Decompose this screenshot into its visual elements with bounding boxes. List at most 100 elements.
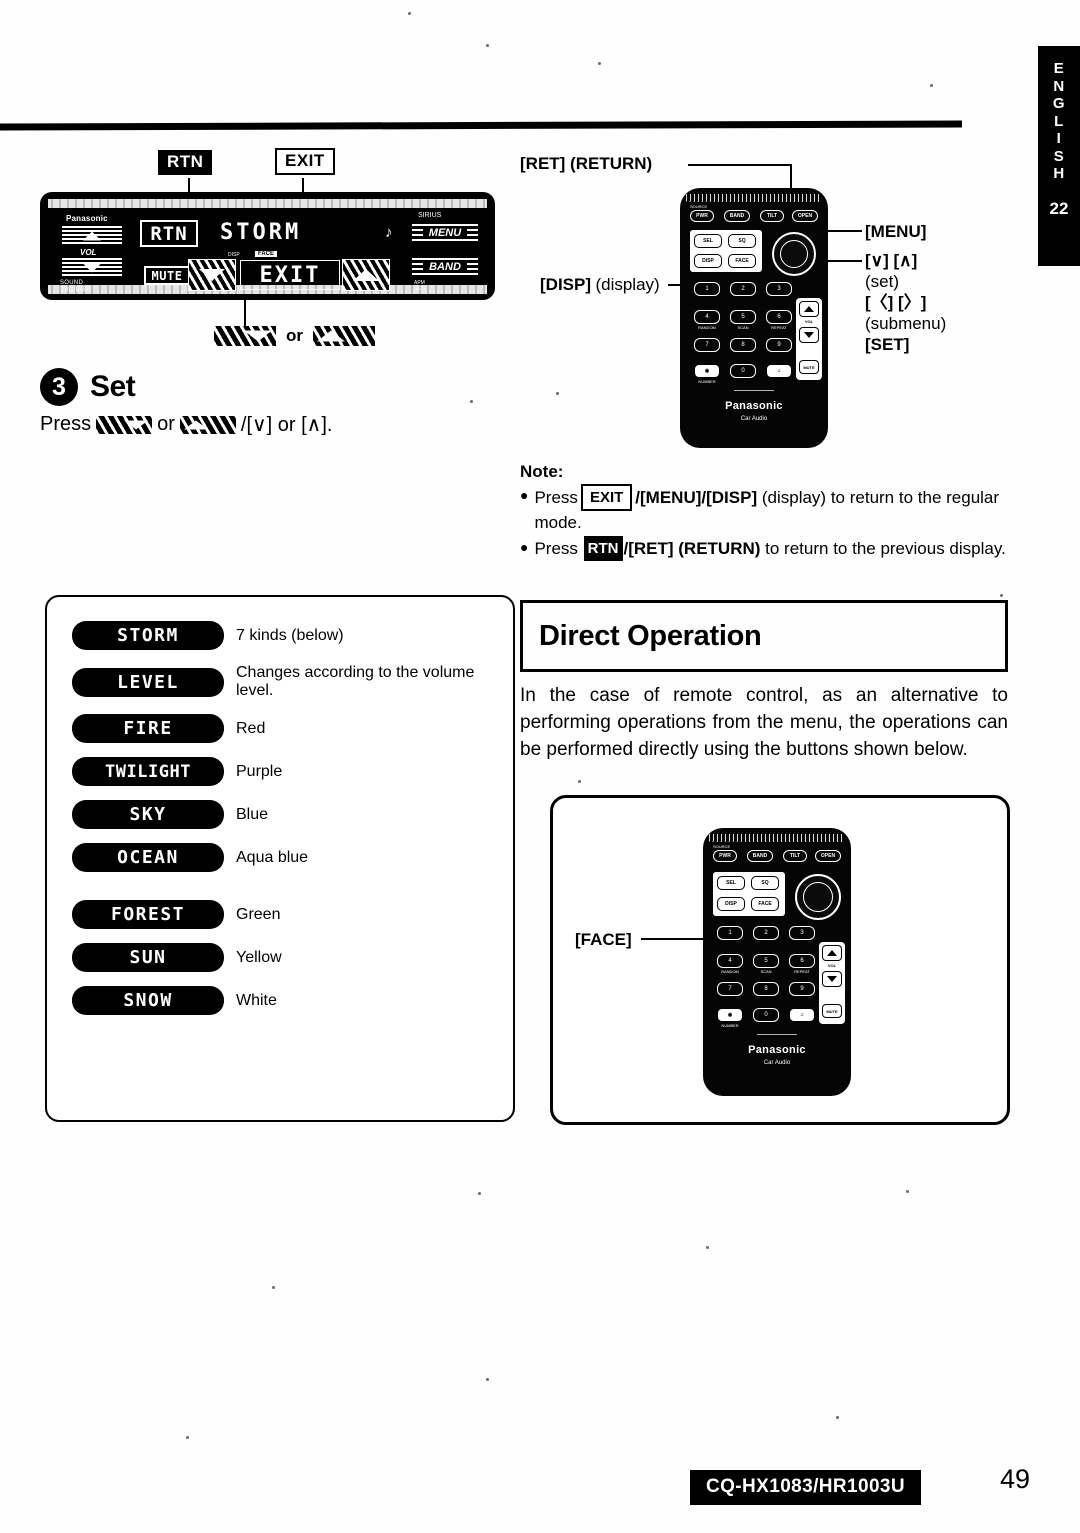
remote-number-3[interactable]: 3: [766, 282, 792, 296]
remote-tilt-button[interactable]: TILT: [783, 850, 807, 862]
lcd-chip: OCEAN: [72, 843, 224, 872]
note-press-word: Press: [534, 488, 578, 507]
label-ret-return: [RET] (RETURN): [520, 154, 653, 173]
remote-number-5[interactable]: 5: [753, 954, 779, 968]
remote-brand: Panasonic: [748, 1044, 806, 1056]
lcd-chip: SKY: [72, 800, 224, 829]
remote-number-button[interactable]: ◉: [694, 364, 720, 378]
table-row: FIRE Red: [72, 714, 513, 743]
remote-sq-button[interactable]: SQ: [751, 876, 779, 890]
remote-divider: [757, 1034, 797, 1035]
note-press-word: Press: [534, 539, 578, 558]
remote-pwr-button[interactable]: PWR: [713, 850, 737, 862]
direct-operation-title: Direct Operation: [539, 619, 762, 652]
remote-number-8[interactable]: 8: [730, 338, 756, 352]
up-arrow-button-glyph: [179, 415, 236, 434]
remote-number-4[interactable]: 4: [717, 954, 743, 968]
remote-number-button[interactable]: ◉: [717, 1008, 743, 1022]
remote-number-5[interactable]: 5: [730, 310, 756, 324]
table-row-description: White: [236, 991, 277, 1009]
lcd-chip: SUN: [72, 943, 224, 972]
remote-sel-button[interactable]: SEL: [717, 876, 745, 890]
remote-sel-button[interactable]: SEL: [694, 234, 722, 248]
lcd-chip: LEVEL: [72, 667, 224, 697]
model-number-badge: CQ-HX1083/HR1003U: [690, 1470, 921, 1505]
tab-section-number: 22: [1049, 198, 1069, 218]
head-unit-callouts: RTN EXIT: [40, 148, 525, 202]
remote-number-0[interactable]: 0: [753, 1008, 779, 1022]
remote-open-button[interactable]: OPEN: [815, 850, 841, 862]
remote-number-9[interactable]: 9: [789, 982, 815, 996]
remote-open-button[interactable]: OPEN: [792, 210, 818, 222]
remote-misc-button[interactable]: ♫: [789, 1008, 815, 1022]
remote-sq-button[interactable]: SQ: [728, 234, 756, 248]
remote-number-2[interactable]: 2: [730, 282, 756, 296]
remote-number-6[interactable]: 6: [766, 310, 792, 324]
tab-letter: I: [1056, 130, 1062, 147]
remote-volume-down-button[interactable]: [822, 971, 842, 987]
remote-face-button[interactable]: FACE: [728, 254, 756, 268]
remote-number-1[interactable]: 1: [694, 282, 720, 296]
note-item: ● Press RTN/[RET] (RETURN) to return to …: [520, 536, 1012, 561]
table-row: LEVEL Changes according to the volume le…: [72, 664, 513, 700]
remote-band-button[interactable]: BAND: [724, 210, 750, 222]
remote-number-sublabel: NUMBER: [698, 379, 716, 384]
volume-up-button[interactable]: [62, 226, 122, 246]
remote-number-2[interactable]: 2: [753, 926, 779, 940]
face-small-tag: FACE: [255, 251, 278, 257]
disp-small-tag: DISP: [228, 252, 240, 258]
remote-volume-up-button[interactable]: [822, 945, 842, 961]
remote-pwr-button[interactable]: PWR: [690, 210, 714, 222]
step-key-alternatives: /[∨] or [∧].: [240, 414, 333, 436]
tab-letter: N: [1053, 77, 1065, 95]
remote-number-8[interactable]: 8: [753, 982, 779, 996]
remote-number-1[interactable]: 1: [717, 926, 743, 940]
music-note-icon: ♪: [385, 224, 393, 241]
remote-rotary-dial[interactable]: [772, 232, 816, 276]
label-face-callout: [FACE]: [575, 930, 632, 949]
label-disp-bold: [DISP]: [540, 275, 591, 294]
remote-mute-button[interactable]: MUTE: [822, 1004, 842, 1018]
leader-line-down-btn: [244, 300, 246, 326]
remote-number-7[interactable]: 7: [694, 338, 720, 352]
remote-number-4[interactable]: 4: [694, 310, 720, 324]
head-unit-mute-button[interactable]: MUTE: [144, 266, 190, 285]
volume-down-button[interactable]: [62, 258, 122, 278]
remote-tilt-button[interactable]: TILT: [760, 210, 784, 222]
lcd-chip: FIRE: [72, 714, 224, 743]
note-title: Note:: [520, 462, 564, 481]
remote-band-button[interactable]: BAND: [747, 850, 773, 862]
lcd-chip: SNOW: [72, 986, 224, 1015]
remote-disp-button[interactable]: DISP: [694, 254, 722, 268]
head-unit-band-button[interactable]: BAND: [412, 258, 478, 276]
label-up-down-keys: [∨] [∧]: [865, 251, 918, 270]
remote-number-7[interactable]: 7: [717, 982, 743, 996]
remote-number-6[interactable]: 6: [789, 954, 815, 968]
remote-brand: Panasonic: [725, 400, 783, 412]
step-3-instruction: Press or /[∨] or [∧].: [40, 412, 525, 437]
head-unit-up-button[interactable]: [342, 259, 390, 291]
callout-exit-label: EXIT: [275, 148, 335, 175]
table-row: OCEAN Aqua blue: [72, 843, 513, 872]
remote-volume-up-button[interactable]: [799, 301, 819, 317]
head-unit-menu-button[interactable]: MENU: [412, 224, 478, 242]
head-unit-rtn-button[interactable]: RTN: [140, 220, 198, 247]
label-set-paren: (set): [865, 272, 899, 291]
callout-rtn-label: RTN: [158, 150, 213, 175]
note-paren: (display): [761, 488, 827, 507]
head-unit-illustration: Panasonic VOL SOUND SRC/DISP RTN MUTE STO…: [40, 192, 495, 300]
tab-letter: G: [1052, 95, 1066, 112]
remote-rotary-dial[interactable]: [795, 874, 841, 920]
remote-number-0[interactable]: 0: [730, 364, 756, 378]
remote-number-3[interactable]: 3: [789, 926, 815, 940]
head-unit-down-button[interactable]: [188, 259, 236, 291]
remote-volume-down-button[interactable]: [799, 327, 819, 343]
remote-disp-button[interactable]: DISP: [717, 897, 745, 911]
remote-number-9[interactable]: 9: [766, 338, 792, 352]
illumination-color-table: STORM 7 kinds (below) LEVEL Changes acco…: [45, 595, 515, 1122]
table-row: TWILIGHT Purple: [72, 757, 513, 786]
remote-misc-button[interactable]: ♫: [766, 364, 792, 378]
remote-mute-button[interactable]: MUTE: [799, 360, 819, 374]
remote-face-button[interactable]: FACE: [751, 897, 779, 911]
note-key-list: /[RET] (RETURN): [623, 539, 761, 558]
